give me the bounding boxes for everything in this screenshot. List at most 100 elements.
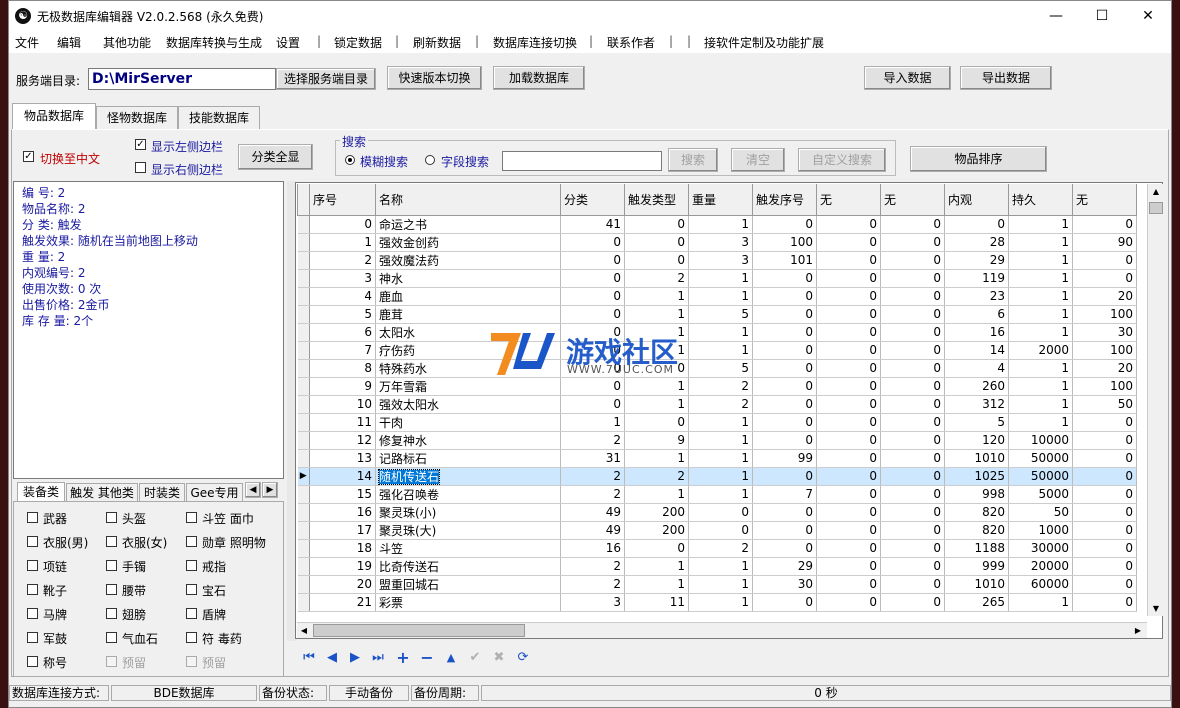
table-cell[interactable]: 30 <box>752 575 817 594</box>
table-cell[interactable]: 21 <box>309 593 376 612</box>
table-cell[interactable]: 3 <box>688 233 753 252</box>
table-cell[interactable]: 0 <box>560 305 625 324</box>
table-cell[interactable]: 2 <box>560 485 625 504</box>
table-row[interactable]: 9 万年雪霜 0 1 2 0 0 0 260 1 100 <box>297 377 1137 396</box>
row-indicator[interactable] <box>297 503 310 522</box>
table-cell[interactable]: 265 <box>944 593 1009 612</box>
table-cell[interactable]: 2 <box>309 251 376 270</box>
row-indicator[interactable] <box>297 251 310 270</box>
table-row[interactable]: 16 聚灵珠(小) 49 200 0 0 0 0 820 50 0 <box>297 503 1137 522</box>
table-cell[interactable]: 比奇传送石 <box>375 557 561 576</box>
table-row[interactable]: 12 修复神水 2 9 1 0 0 0 120 10000 0 <box>297 431 1137 450</box>
table-cell[interactable]: 11 <box>624 593 689 612</box>
table-cell[interactable]: 0 <box>880 287 945 306</box>
table-cell[interactable]: 49 <box>560 521 625 540</box>
menu-settings[interactable]: 设置 <box>276 34 300 51</box>
cat-tab-fashion[interactable]: 时装类 <box>139 483 185 502</box>
table-cell[interactable]: 0 <box>816 395 881 414</box>
column-header[interactable]: 触发序号 <box>752 184 817 216</box>
table-cell[interactable]: 0 <box>1072 467 1137 486</box>
menu-file[interactable]: 文件 <box>15 34 39 51</box>
table-cell[interactable]: 16 <box>309 503 376 522</box>
table-cell[interactable]: 4 <box>309 287 376 306</box>
table-row[interactable]: 6 太阳水 0 1 1 0 0 0 16 1 30 <box>297 323 1137 342</box>
table-row[interactable]: 13 记路标石 31 1 1 99 0 0 1010 50000 0 <box>297 449 1137 468</box>
table-cell[interactable]: 50000 <box>1008 449 1073 468</box>
table-cell[interactable]: 5 <box>688 359 753 378</box>
table-cell[interactable]: 60000 <box>1008 575 1073 594</box>
table-cell[interactable]: 0 <box>880 305 945 324</box>
table-cell[interactable]: 0 <box>880 449 945 468</box>
table-cell[interactable]: 0 <box>816 287 881 306</box>
table-cell[interactable]: 41 <box>560 215 625 234</box>
minimize-button[interactable]: — <box>1033 1 1079 31</box>
edit-record-icon[interactable]: ▲ <box>444 651 458 665</box>
cat-tab-right-arrow[interactable]: ▶ <box>262 482 278 498</box>
row-indicator[interactable] <box>297 395 310 414</box>
table-cell[interactable]: 0 <box>752 413 817 432</box>
table-cell[interactable]: 1 <box>1008 377 1073 396</box>
table-cell[interactable]: 0 <box>880 485 945 504</box>
table-cell[interactable]: 1010 <box>944 575 1009 594</box>
table-cell[interactable]: 999 <box>944 557 1009 576</box>
table-cell[interactable]: 修复神水 <box>375 431 561 450</box>
table-cell[interactable]: 彩票 <box>375 593 561 612</box>
table-cell[interactable]: 0 <box>1072 521 1137 540</box>
row-indicator[interactable] <box>297 287 310 306</box>
table-row[interactable]: 4 鹿血 0 1 1 0 0 0 23 1 20 <box>297 287 1137 306</box>
table-cell[interactable]: 0 <box>1072 485 1137 504</box>
show-right-checkbox[interactable] <box>135 162 146 173</box>
row-indicator[interactable] <box>297 485 310 504</box>
column-header[interactable]: 无 <box>816 184 881 216</box>
table-cell[interactable]: 1 <box>688 557 753 576</box>
table-cell[interactable]: 1 <box>688 467 753 486</box>
category-checkbox[interactable] <box>186 656 197 667</box>
row-indicator[interactable] <box>297 341 310 360</box>
table-cell[interactable]: 1 <box>624 575 689 594</box>
table-row[interactable]: 18 斗笠 16 0 2 0 0 0 1188 30000 0 <box>297 539 1137 558</box>
table-cell[interactable]: 119 <box>944 269 1009 288</box>
menu-lock[interactable]: 锁定数据 <box>334 34 382 51</box>
table-cell[interactable]: 鹿血 <box>375 287 561 306</box>
table-cell[interactable]: 1 <box>688 431 753 450</box>
table-row[interactable]: 20 盟重回城石 2 1 1 30 0 0 1010 60000 0 <box>297 575 1137 594</box>
table-cell[interactable]: 3 <box>688 251 753 270</box>
table-cell[interactable]: 聚灵珠(大) <box>375 521 561 540</box>
table-cell[interactable]: 0 <box>624 413 689 432</box>
search-input[interactable] <box>502 151 662 171</box>
category-checkbox[interactable] <box>186 584 197 595</box>
table-cell[interactable]: 100 <box>1072 377 1137 396</box>
menu-contact[interactable]: 联系作者 <box>607 34 655 51</box>
table-cell[interactable]: 31 <box>560 449 625 468</box>
table-row[interactable]: 1 强效金创药 0 0 3 100 0 0 28 1 90 <box>297 233 1137 252</box>
category-checkbox[interactable] <box>106 584 117 595</box>
table-cell[interactable]: 6 <box>944 305 1009 324</box>
table-cell[interactable]: 1188 <box>944 539 1009 558</box>
table-cell[interactable]: 1 <box>688 341 753 360</box>
table-cell[interactable]: 13 <box>309 449 376 468</box>
row-indicator[interactable] <box>297 359 310 378</box>
table-cell[interactable]: 0 <box>752 593 817 612</box>
table-cell[interactable]: 0 <box>816 431 881 450</box>
cat-tab-left-arrow[interactable]: ◀ <box>245 482 261 498</box>
table-cell[interactable]: 记路标石 <box>375 449 561 468</box>
column-header[interactable]: 触发类型 <box>624 184 689 216</box>
table-cell[interactable]: 0 <box>816 251 881 270</box>
table-cell[interactable]: 10000 <box>1008 431 1073 450</box>
table-cell[interactable]: 0 <box>816 377 881 396</box>
table-cell[interactable]: 0 <box>560 395 625 414</box>
table-cell[interactable]: 99 <box>752 449 817 468</box>
table-cell[interactable]: 1 <box>688 575 753 594</box>
table-cell[interactable]: 3 <box>560 593 625 612</box>
table-cell[interactable]: 斗笠 <box>375 539 561 558</box>
table-cell[interactable]: 0 <box>816 413 881 432</box>
table-cell[interactable]: 12 <box>309 431 376 450</box>
table-cell[interactable]: 万年雪霜 <box>375 377 561 396</box>
category-checkbox[interactable] <box>186 608 197 619</box>
table-cell[interactable]: 0 <box>752 503 817 522</box>
fuzzy-radio[interactable] <box>345 155 355 165</box>
table-cell[interactable]: 0 <box>880 377 945 396</box>
table-cell[interactable]: 0 <box>880 395 945 414</box>
table-cell[interactable]: 1 <box>1008 269 1073 288</box>
table-cell[interactable]: 1 <box>624 377 689 396</box>
